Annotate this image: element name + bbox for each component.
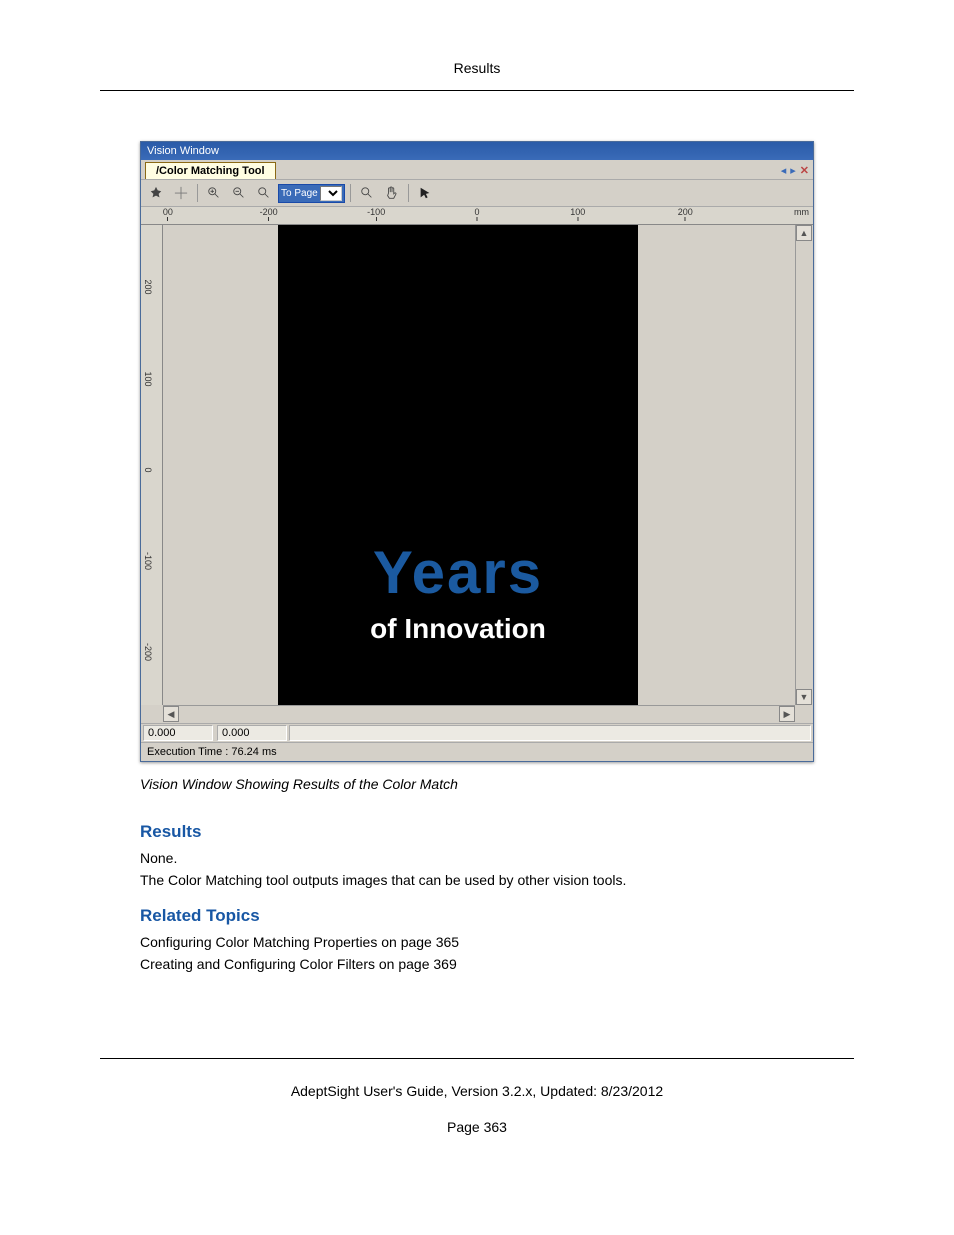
zoom-out-icon[interactable] (228, 183, 250, 203)
related-link-2[interactable]: Creating and Configuring Color Filters o… (140, 956, 814, 972)
image-text-years: Years (373, 538, 543, 607)
pin-icon[interactable] (145, 183, 167, 203)
zoom-icon[interactable] (356, 183, 378, 203)
scroll-up-icon[interactable]: ▲ (796, 225, 812, 241)
tab-next-icon[interactable]: ▸ (790, 164, 796, 177)
window-title: Vision Window (147, 145, 219, 157)
tab-prev-icon[interactable]: ◂ (781, 164, 787, 177)
related-link-1[interactable]: Configuring Color Matching Properties on… (140, 934, 814, 950)
ruler-x-tick: 00 (163, 207, 173, 221)
ruler-x-tick: 200 (678, 207, 693, 221)
horizontal-scrollbar[interactable]: ◀ ▶ (163, 705, 795, 723)
ruler-horizontal: 00 -200 -100 0 100 200 mm (141, 207, 813, 225)
page-header: Results (100, 0, 854, 91)
page-footer: AdeptSight User's Guide, Version 3.2.x, … (100, 1058, 854, 1135)
results-heading: Results (140, 822, 814, 842)
results-body: None. (140, 850, 814, 866)
to-page-dropdown[interactable]: To Page (278, 184, 345, 203)
to-page-label: To Page (281, 188, 318, 199)
view-wrap: 200 100 0 -100 -200 Years of Innovation … (141, 225, 813, 705)
result-image: Years of Innovation (278, 225, 638, 705)
ruler-y-tick: -200 (143, 643, 153, 661)
tab-row: /Color Matching Tool ◂ ▸ ✕ (141, 160, 813, 180)
vertical-scrollbar[interactable]: ▲ ▼ (795, 225, 813, 705)
ruler-y-tick: 0 (143, 467, 153, 472)
hand-icon[interactable] (381, 183, 403, 203)
canvas-viewport[interactable]: Years of Innovation (163, 225, 795, 705)
viewer-toolbar: To Page (141, 180, 813, 207)
main-content: Vision Window /Color Matching Tool ◂ ▸ ✕ (0, 91, 954, 1008)
ruler-x-tick: -100 (367, 207, 385, 221)
image-text-innovation: of Innovation (370, 613, 546, 645)
zoom-in-icon[interactable] (203, 183, 225, 203)
toolbar-sep (197, 184, 198, 202)
scroll-down-icon[interactable]: ▼ (796, 689, 812, 705)
window-title-bar: Vision Window (141, 142, 813, 160)
zoom-reset-icon[interactable] (253, 183, 275, 203)
header-title: Results (454, 60, 501, 76)
ruler-x-tick: 0 (474, 207, 479, 221)
coord-rest (289, 725, 811, 741)
ruler-x-tick: 100 (570, 207, 585, 221)
pointer-icon[interactable] (414, 183, 436, 203)
ruler-vertical: 200 100 0 -100 -200 (141, 225, 163, 705)
footer-line: AdeptSight User's Guide, Version 3.2.x, … (100, 1083, 854, 1099)
results-note: The Color Matching tool outputs images t… (140, 872, 814, 888)
page-number: Page 363 (100, 1119, 854, 1135)
ruler-x-unit: mm (794, 207, 809, 217)
ruler-y-tick: -100 (143, 552, 153, 570)
vision-window: Vision Window /Color Matching Tool ◂ ▸ ✕ (140, 141, 814, 762)
execution-time-bar: Execution Time : 76.24 ms (141, 742, 813, 761)
scroll-left-icon[interactable]: ◀ (163, 706, 179, 722)
crosshair-icon[interactable] (170, 183, 192, 203)
toolbar-sep-2 (350, 184, 351, 202)
scroll-right-icon[interactable]: ▶ (779, 706, 795, 722)
ruler-y-tick: 200 (143, 280, 153, 295)
toolbar-sep-3 (408, 184, 409, 202)
tab-color-matching[interactable]: /Color Matching Tool (145, 162, 276, 179)
coord-y: 0.000 (217, 725, 287, 741)
figure-caption: Vision Window Showing Results of the Col… (140, 776, 814, 792)
to-page-select[interactable] (320, 186, 342, 201)
ruler-y-tick: 100 (143, 371, 153, 386)
tab-close-icon[interactable]: ✕ (800, 164, 809, 177)
coords-bar: 0.000 0.000 (141, 723, 813, 742)
tab-controls: ◂ ▸ ✕ (781, 164, 809, 177)
coord-x: 0.000 (143, 725, 213, 741)
ruler-x-tick: -200 (260, 207, 278, 221)
execution-time: Execution Time : 76.24 ms (147, 746, 277, 758)
related-heading: Related Topics (140, 906, 814, 926)
